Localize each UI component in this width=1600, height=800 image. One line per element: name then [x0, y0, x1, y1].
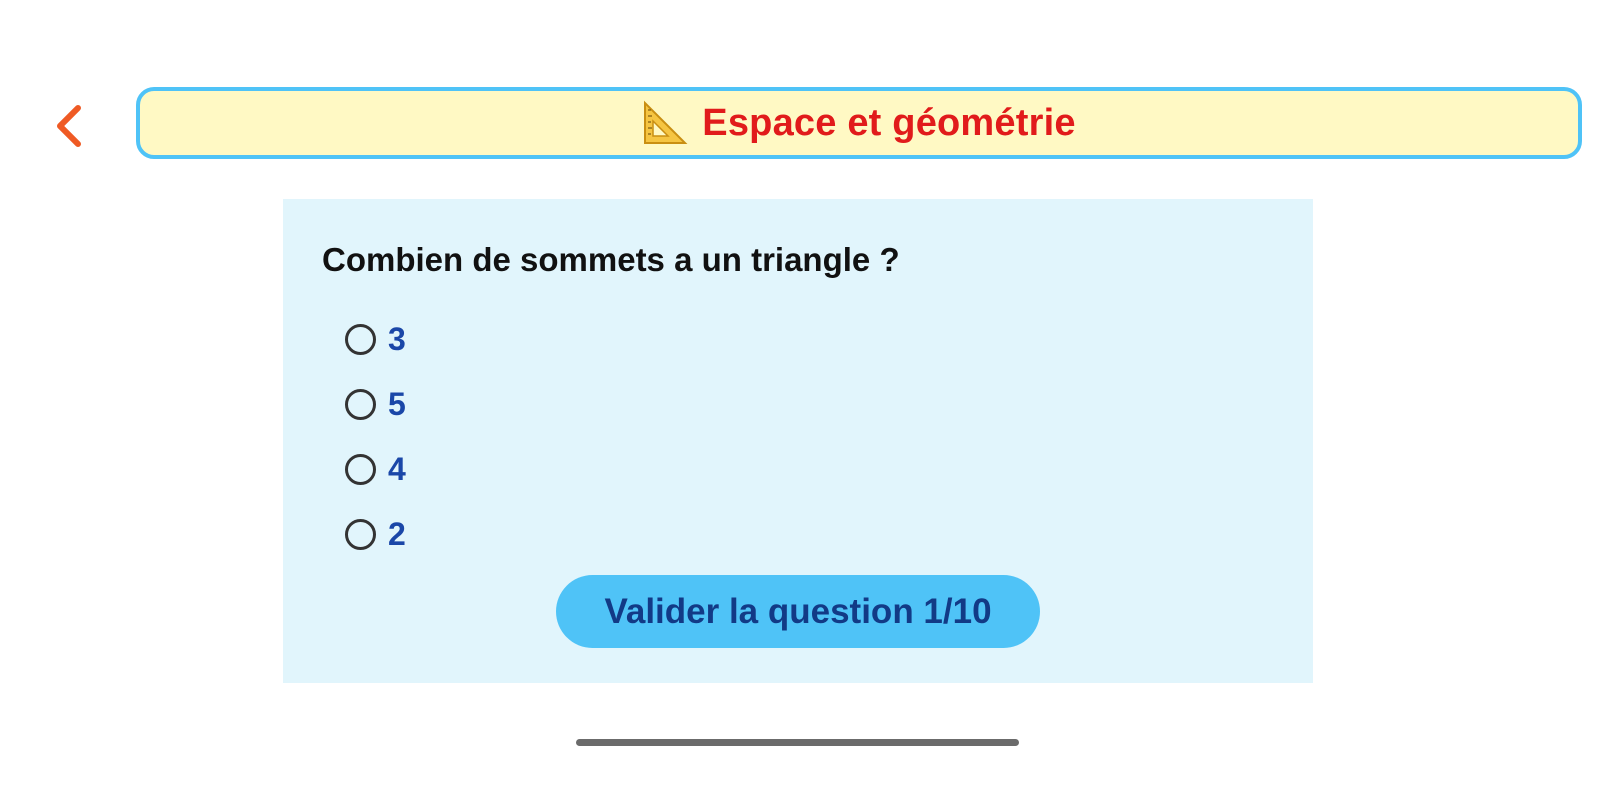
back-button[interactable] — [44, 100, 92, 152]
answer-option[interactable]: 2 — [345, 502, 406, 567]
header-bar: Espace et géométrie — [136, 87, 1582, 159]
answer-options: 3 5 4 2 — [345, 307, 406, 567]
answer-option-label: 4 — [388, 451, 406, 487]
quiz-card: Combien de sommets a un triangle ? 3 5 4… — [283, 199, 1313, 683]
answer-option[interactable]: 4 — [345, 437, 406, 502]
answer-option[interactable]: 5 — [345, 372, 406, 437]
quiz-screen: Espace et géométrie Combien de sommets a… — [0, 0, 1600, 800]
page-title: Espace et géométrie — [702, 101, 1076, 144]
radio-button[interactable] — [345, 389, 376, 420]
triangle-ruler-icon — [644, 100, 688, 144]
answer-option[interactable]: 3 — [345, 307, 406, 372]
home-indicator[interactable] — [576, 739, 1019, 746]
answer-option-label: 5 — [388, 386, 406, 422]
validate-question-button[interactable]: Valider la question 1/10 — [556, 575, 1040, 648]
answer-option-label: 3 — [388, 321, 406, 357]
header-title-group: Espace et géométrie — [642, 100, 1076, 146]
chevron-left-icon — [57, 105, 81, 147]
radio-button[interactable] — [345, 324, 376, 355]
radio-button[interactable] — [345, 519, 376, 550]
radio-button[interactable] — [345, 454, 376, 485]
answer-option-label: 2 — [388, 516, 406, 552]
question-text: Combien de sommets a un triangle ? — [322, 241, 900, 278]
